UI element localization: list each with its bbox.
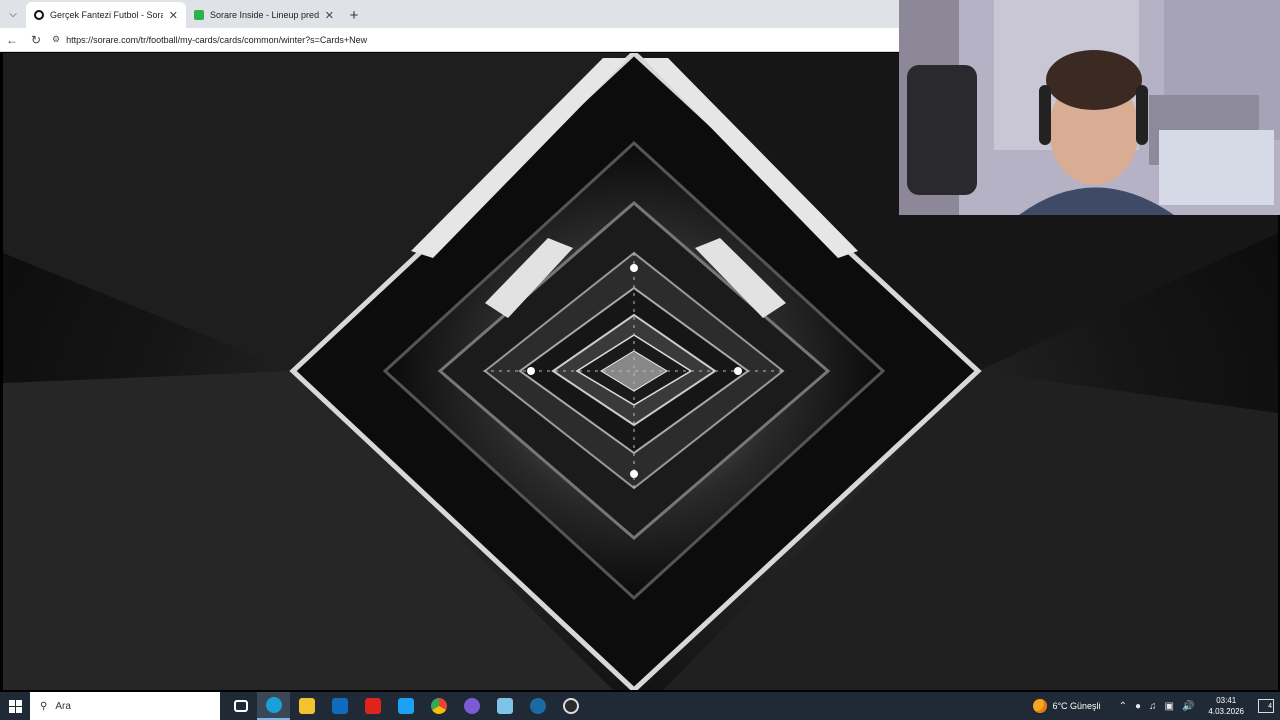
webcam-overlay xyxy=(899,0,1280,215)
system-tray: 6°C Güneşli ⌃ ● ♫ ▣ 🔊 03:41 4.03.2026 4 xyxy=(1033,692,1280,720)
file-explorer-icon[interactable] xyxy=(290,692,323,720)
clock[interactable]: 03:41 4.03.2026 xyxy=(1208,695,1244,717)
tab-sorare[interactable]: Gerçek Fantezi Futbol - Sorare Foo ✕ xyxy=(26,2,186,28)
sorare-inside-icon xyxy=(194,10,204,20)
discord-icon[interactable] xyxy=(455,692,488,720)
close-icon[interactable]: ✕ xyxy=(169,9,178,22)
sorare-icon xyxy=(34,10,44,20)
start-button[interactable] xyxy=(0,692,30,720)
search-icon: ⚲ xyxy=(40,700,48,712)
search-placeholder: Ara xyxy=(55,700,71,712)
weather-widget[interactable]: 6°C Güneşli xyxy=(1033,699,1101,713)
tab-title: Sorare Inside - Lineup predictions xyxy=(210,10,319,20)
network-icon[interactable]: ▣ xyxy=(1165,701,1174,712)
obs-icon[interactable] xyxy=(554,692,587,720)
taskbar-apps xyxy=(224,692,587,720)
url-field[interactable]: ⚙ https://sorare.com/tr/football/my-card… xyxy=(52,34,367,45)
tab-title: Gerçek Fantezi Futbol - Sorare Foo xyxy=(50,10,163,20)
steam-icon[interactable] xyxy=(521,692,554,720)
clock-time: 03:41 xyxy=(1216,696,1237,705)
screen: ⌵ Gerçek Fantezi Futbol - Sorare Foo ✕ S… xyxy=(0,0,1280,720)
webcam-feed xyxy=(899,0,1280,215)
new-tab-button[interactable]: + xyxy=(342,2,366,28)
volume-icon[interactable]: 🔊 xyxy=(1182,701,1194,712)
task-view-icon[interactable] xyxy=(224,692,257,720)
twitter-icon[interactable] xyxy=(389,692,422,720)
sun-icon xyxy=(1033,699,1048,713)
notepad-icon[interactable] xyxy=(488,692,521,720)
url-text: https://sorare.com/tr/football/my-cards/… xyxy=(66,34,368,45)
taskbar-search[interactable]: ⚲ Ara xyxy=(30,692,220,720)
chrome-icon[interactable] xyxy=(422,692,455,720)
weather-text: 6°C Güneşli xyxy=(1052,701,1101,711)
tab-sorare-inside[interactable]: Sorare Inside - Lineup predictions ✕ xyxy=(186,2,342,28)
notification-count: 4 xyxy=(1268,702,1272,710)
show-hidden-icons-icon[interactable]: ⌃ xyxy=(1119,701,1127,712)
close-icon[interactable]: ✕ xyxy=(325,9,334,22)
address-bar: ← ↻ ⚙ https://sorare.com/tr/football/my-… xyxy=(0,28,900,52)
youtube-icon[interactable] xyxy=(356,692,389,720)
notification-center-icon[interactable]: 4 xyxy=(1258,699,1274,713)
back-arrow-icon[interactable]: ← xyxy=(0,28,24,52)
edge-icon[interactable] xyxy=(257,692,290,720)
site-info-icon[interactable]: ⚙ xyxy=(52,34,60,45)
meet-now-icon[interactable]: ● xyxy=(1135,701,1141,712)
clock-date: 4.03.2026 xyxy=(1208,707,1244,716)
windows-logo-icon xyxy=(8,699,22,713)
reload-icon[interactable]: ↻ xyxy=(24,28,48,52)
browser-tabbar: ⌵ Gerçek Fantezi Futbol - Sorare Foo ✕ S… xyxy=(0,0,900,28)
outlook-icon[interactable] xyxy=(323,692,356,720)
windows-taskbar: ⚲ Ara 6°C Güneşli ⌃ ● ♫ ▣ 🔊 03:41 4.03.2… xyxy=(0,692,1280,720)
tab-search-chevron-icon[interactable]: ⌵ xyxy=(0,1,26,27)
microphone-icon[interactable]: ♫ xyxy=(1149,701,1157,712)
